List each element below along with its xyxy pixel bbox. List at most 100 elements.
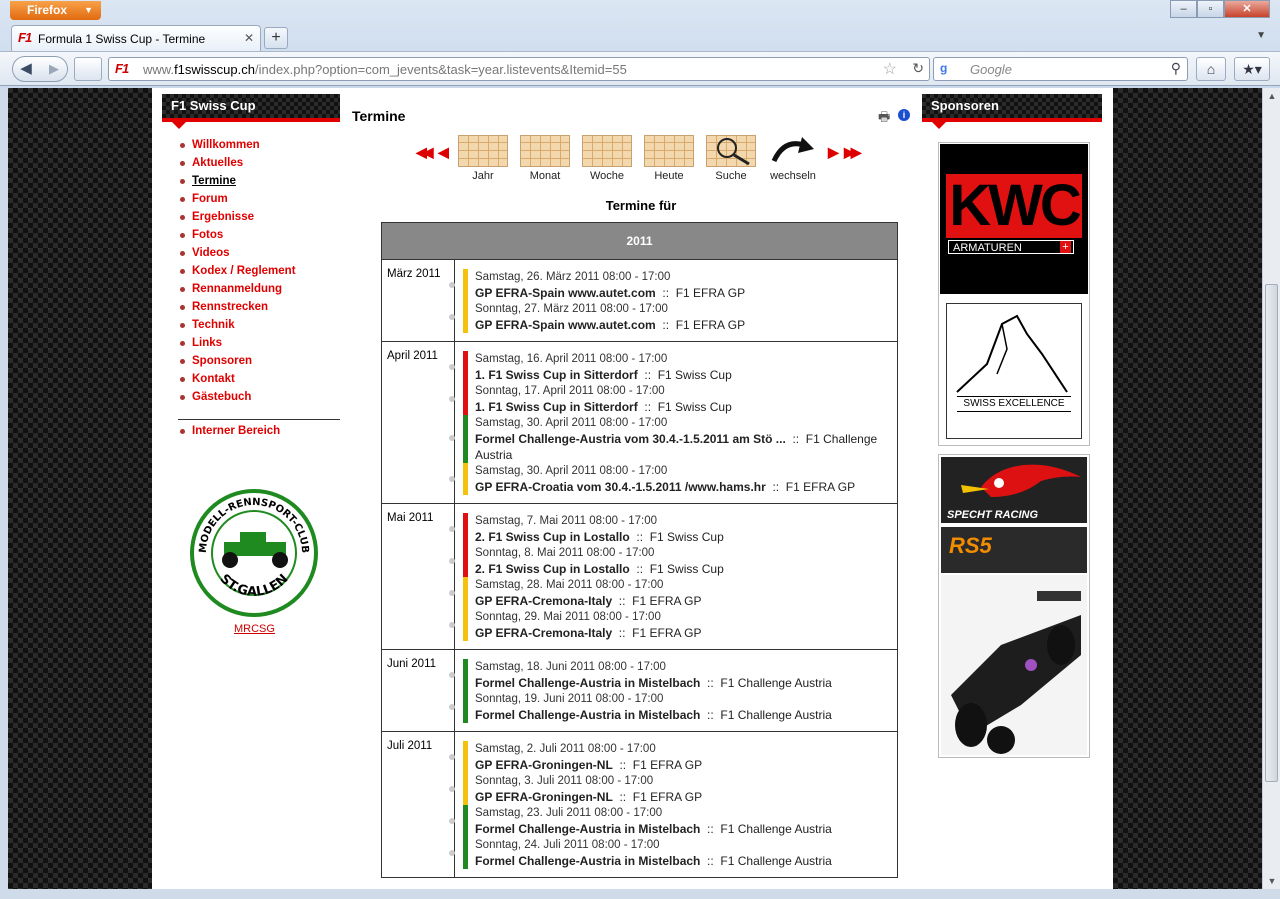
- event-date: Samstag, 2. Juli 2011 08:00 - 17:00: [475, 743, 656, 755]
- event-item: Samstag, 28. Mai 2011 08:00 - 17:00 GP EF…: [449, 577, 897, 609]
- swiss-excellence-logo[interactable]: SWISS EXCELLENCE: [946, 303, 1082, 439]
- url-text[interactable]: www.f1swisscup.ch/index.php?option=com_j…: [143, 62, 627, 77]
- menu-item-kontakt[interactable]: Kontakt: [178, 370, 340, 388]
- category-separator: ::: [612, 594, 633, 608]
- menu-item-willkommen[interactable]: Willkommen: [178, 136, 340, 154]
- event-title-link[interactable]: Formel Challenge-Austria vom 30.4.-1.5.2…: [475, 432, 786, 446]
- menu-item-sponsoren[interactable]: Sponsoren: [178, 352, 340, 370]
- toolbar-wechseln-button[interactable]: wechseln: [764, 132, 822, 182]
- print-icon[interactable]: 🖶: [878, 108, 890, 130]
- events-table: 2011 März 2011 Samstag, 26. März 2011 08:…: [381, 222, 898, 878]
- menu-item-rennstrecken[interactable]: Rennstrecken: [178, 298, 340, 316]
- swiss-excellence-text: SWISS EXCELLENCE: [957, 396, 1071, 412]
- event-date: Sonntag, 29. Mai 2011 08:00 - 17:00: [475, 611, 661, 623]
- event-title-link[interactable]: 2. F1 Swiss Cup in Lostallo: [475, 562, 630, 576]
- category-separator: ::: [629, 562, 650, 576]
- event-title-link[interactable]: 1. F1 Swiss Cup in Sitterdorf: [475, 400, 638, 414]
- event-category: F1 EFRA GP: [675, 286, 746, 300]
- event-category: F1 Swiss Cup: [649, 562, 724, 576]
- back-arrow-icon[interactable]: ◀: [15, 58, 37, 80]
- event-title-link[interactable]: Formel Challenge-Austria in Mistelbach: [475, 854, 700, 868]
- back-forward-group: ◀ ▶: [12, 56, 68, 82]
- rs5-logo[interactable]: RS5: [941, 527, 1087, 573]
- home-icon[interactable]: ⌂: [1196, 57, 1226, 81]
- event-title-link[interactable]: GP EFRA-Cremona-Italy: [475, 594, 612, 608]
- category-separator: ::: [655, 318, 676, 332]
- category-separator: ::: [637, 368, 658, 382]
- year-header: 2011: [382, 223, 897, 260]
- event-title-link[interactable]: 2. F1 Swiss Cup in Lostallo: [475, 530, 630, 544]
- tab-list-icon[interactable]: ▼: [1256, 30, 1266, 41]
- kwc-armaturen-text: ARMATUREN: [948, 240, 1074, 254]
- month-label: April 2011: [387, 350, 438, 362]
- toolbar-suche-button[interactable]: Suche: [702, 132, 760, 182]
- event-item: Sonntag, 8. Mai 2011 08:00 - 17:00 2. F1 …: [449, 545, 897, 577]
- firefox-menu-button[interactable]: Firefox ▼: [10, 1, 101, 20]
- menu-item-internal-area[interactable]: Interner Bereich: [178, 422, 340, 440]
- next-year-arrow-icon[interactable]: ▶▶: [844, 144, 861, 161]
- club-link[interactable]: MRCSG: [234, 623, 275, 635]
- menu-item-fotos[interactable]: Fotos: [178, 226, 340, 244]
- menu-item-rennanmeldung[interactable]: Rennanmeldung: [178, 280, 340, 298]
- event-title-link[interactable]: GP EFRA-Spain www.autet.com: [475, 318, 656, 332]
- tab-title: Formula 1 Swiss Cup - Termine: [38, 32, 206, 46]
- search-bar[interactable]: g Google ⚲: [933, 57, 1188, 81]
- scrollbar-thumb[interactable]: [1265, 284, 1278, 782]
- event-details: 2. F1 Swiss Cup in Lostallo :: F1 Swiss …: [475, 529, 897, 545]
- toolbar-heute-button[interactable]: Heute: [640, 132, 698, 182]
- menu-item-kodex-reglement[interactable]: Kodex / Reglement: [178, 262, 340, 280]
- event-title-link[interactable]: Formel Challenge-Austria in Mistelbach: [475, 708, 700, 722]
- bookmarks-icon[interactable]: ★▾: [1234, 57, 1270, 81]
- menu-item-gästebuch[interactable]: Gästebuch: [178, 388, 340, 406]
- google-engine-icon[interactable]: g: [940, 61, 956, 77]
- menu-item-forum[interactable]: Forum: [178, 190, 340, 208]
- event-title-link[interactable]: GP EFRA-Cremona-Italy: [475, 626, 612, 640]
- event-title-link[interactable]: Formel Challenge-Austria in Mistelbach: [475, 822, 700, 836]
- bookmark-star-icon[interactable]: ☆: [883, 59, 897, 79]
- previous-year-arrow-icon[interactable]: ◀◀: [416, 144, 433, 161]
- scroll-up-arrow-icon[interactable]: ▲: [1264, 88, 1280, 104]
- event-title-link[interactable]: GP EFRA-Groningen-NL: [475, 790, 613, 804]
- close-window-button[interactable]: ✕: [1224, 0, 1270, 18]
- event-title-link[interactable]: GP EFRA-Groningen-NL: [475, 758, 613, 772]
- browser-tab[interactable]: F1 Formula 1 Swiss Cup - Termine ✕: [11, 25, 261, 51]
- navigation-toolbar: ◀ ▶ F1 www.f1swisscup.ch/index.php?optio…: [0, 51, 1280, 86]
- scroll-down-arrow-icon[interactable]: ▼: [1264, 873, 1280, 889]
- menu-item-termine[interactable]: Termine: [178, 172, 340, 190]
- event-item: Samstag, 30. April 2011 08:00 - 17:00 For…: [449, 415, 897, 463]
- tab-close-icon[interactable]: ✕: [244, 31, 254, 45]
- reload-icon[interactable]: ↻: [912, 60, 924, 77]
- rc-car-image[interactable]: [941, 575, 1087, 755]
- previous-arrow-icon[interactable]: ◀: [438, 144, 449, 161]
- event-title-link[interactable]: Formel Challenge-Austria in Mistelbach: [475, 676, 700, 690]
- vertical-scrollbar[interactable]: ▲ ▼: [1262, 88, 1280, 889]
- event-item: Sonntag, 19. Juni 2011 08:00 - 17:00 Form…: [449, 691, 897, 723]
- search-icon[interactable]: ⚲: [1171, 60, 1181, 77]
- menu-item-aktuelles[interactable]: Aktuelles: [178, 154, 340, 172]
- event-title-link[interactable]: GP EFRA-Spain www.autet.com: [475, 286, 656, 300]
- toolbar-woche-button[interactable]: Woche: [578, 132, 636, 182]
- toolbar-jahr-button[interactable]: Jahr: [454, 132, 512, 182]
- next-arrow-icon[interactable]: ▶: [828, 144, 839, 161]
- toolbar-monat-button[interactable]: Monat: [516, 132, 574, 182]
- url-bar[interactable]: F1 www.f1swisscup.ch/index.php?option=co…: [108, 57, 930, 81]
- today-calendar-icon: [644, 135, 694, 167]
- specht-racing-logo[interactable]: SPECHT RACING: [941, 457, 1087, 523]
- menu-item-ergebnisse[interactable]: Ergebnisse: [178, 208, 340, 226]
- new-tab-button[interactable]: +: [264, 27, 288, 49]
- event-title-link[interactable]: 1. F1 Swiss Cup in Sitterdorf: [475, 368, 638, 382]
- history-bars-icon[interactable]: [74, 57, 102, 81]
- category-separator: ::: [637, 400, 658, 414]
- menu-item-technik[interactable]: Technik: [178, 316, 340, 334]
- menu-item-links[interactable]: Links: [178, 334, 340, 352]
- kwc-sponsor-logo[interactable]: KWC ARMATUREN: [940, 144, 1088, 294]
- event-date: Samstag, 30. April 2011 08:00 - 17:00: [475, 465, 668, 477]
- info-icon[interactable]: i: [898, 109, 910, 121]
- event-title-link[interactable]: GP EFRA-Croatia vom 30.4.-1.5.2011 /www.…: [475, 480, 766, 494]
- forward-arrow-icon[interactable]: ▶: [43, 58, 65, 80]
- event-item: Sonntag, 27. März 2011 08:00 - 17:00 GP E…: [449, 301, 897, 333]
- month-row: April 2011 Samstag, 16. April 2011 08:00 …: [382, 342, 897, 504]
- minimize-button[interactable]: –: [1170, 0, 1197, 18]
- maximize-button[interactable]: ▫: [1197, 0, 1224, 18]
- menu-item-videos[interactable]: Videos: [178, 244, 340, 262]
